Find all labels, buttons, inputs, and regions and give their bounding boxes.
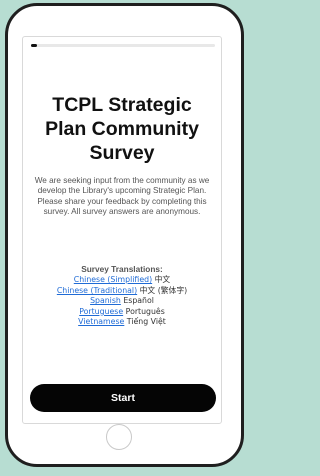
translation-link-portuguese[interactable]: Portuguese <box>79 307 123 316</box>
translation-native-name: 中文 <box>154 275 171 284</box>
translation-link-chinese-simplified[interactable]: Chinese (Simplified) <box>74 275 152 284</box>
translations-heading: Survey Translations: <box>81 264 163 274</box>
home-button[interactable] <box>106 424 132 450</box>
translation-row: Chinese (Simplified) 中文 <box>27 275 217 286</box>
translation-row: Chinese (Traditional) 中文 (繁体字) <box>27 286 217 297</box>
translation-link-vietnamese[interactable]: Vietnamese <box>78 317 124 326</box>
translation-native-name: Tiếng Việt <box>126 317 166 327</box>
translation-native-name: Português <box>125 306 165 316</box>
progress-fill <box>31 44 37 47</box>
translation-row: Portuguese Português <box>27 307 217 318</box>
progress-bar <box>31 44 215 47</box>
translation-row: Spanish Español <box>27 296 217 307</box>
translation-link-chinese-traditional[interactable]: Chinese (Traditional) <box>57 286 137 295</box>
survey-screen: TCPL Strategic Plan Community Survey We … <box>22 36 222 424</box>
translation-native-name: 中文 (繁体字) <box>139 285 188 295</box>
survey-description: We are seeking input from the community … <box>34 176 210 217</box>
start-button[interactable]: Start <box>30 384 216 412</box>
translation-link-spanish[interactable]: Spanish <box>90 296 121 305</box>
translation-native-name: Español <box>123 296 154 306</box>
translation-row: Vietnamese Tiếng Việt <box>27 317 217 328</box>
survey-title: TCPL Strategic Plan Community Survey <box>45 94 199 164</box>
translations-list: Chinese (Simplified) 中文 Chinese (Traditi… <box>27 275 217 328</box>
